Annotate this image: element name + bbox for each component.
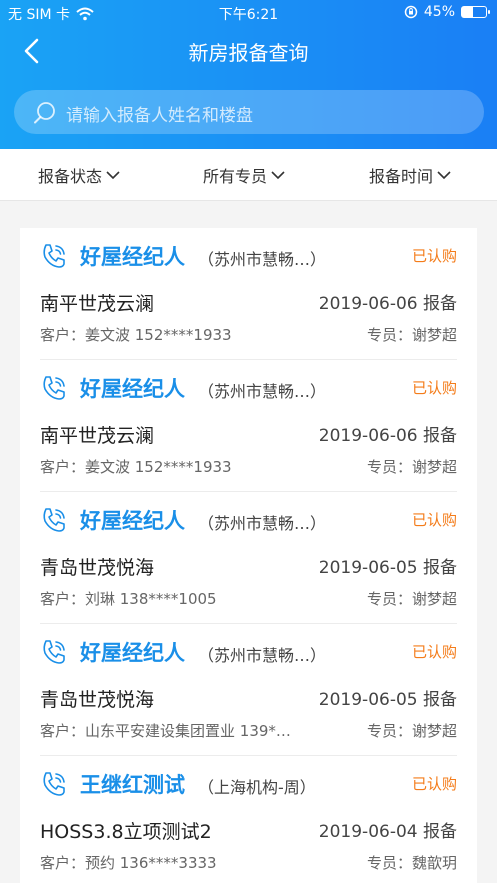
battery-icon	[461, 6, 490, 18]
chevron-down-icon	[271, 171, 285, 180]
chevron-down-icon	[106, 171, 120, 180]
customer-info: 客户：姜文波 152****1933	[40, 326, 232, 344]
report-date: 2019-06-06 报备	[318, 426, 457, 446]
customer-info: 客户：刘琳 138****1005	[40, 590, 217, 608]
staff-info: 专员：谢梦超	[366, 722, 457, 740]
phone-call-icon[interactable]	[40, 374, 68, 402]
filter-label: 报备状态	[38, 167, 103, 186]
search-placeholder: 请输入报备人姓名和楼盘	[66, 106, 253, 126]
status-badge: 已认购	[411, 379, 457, 397]
search-input[interactable]: 请输入报备人姓名和楼盘	[14, 90, 484, 134]
filter-status-dropdown[interactable]: 报备状态	[38, 163, 120, 187]
report-date: 2019-06-04 报备	[318, 822, 457, 842]
agency-name: （苏州市慧畅…）	[198, 514, 327, 533]
report-date: 2019-06-06 报备	[318, 294, 457, 314]
filter-staff-dropdown[interactable]: 所有专员	[203, 163, 285, 187]
agent-name: 好屋经纪人	[80, 641, 185, 665]
customer-info: 客户：姜文波 152****1933	[40, 458, 232, 476]
filter-bar: 报备状态 所有专员 报备时间	[0, 149, 497, 201]
agency-name: （上海机构-周）	[198, 778, 316, 797]
staff-info: 专员：谢梦超	[366, 590, 457, 608]
customer-info: 客户：山东平安建设集团置业 139*…	[40, 722, 291, 740]
agency-name: （苏州市慧畅…）	[198, 250, 327, 269]
status-badge: 已认购	[411, 511, 457, 529]
record-card[interactable]: 好屋经纪人 （苏州市慧畅…） 已认购 南平世茂云澜 2019-06-06 报备 …	[20, 228, 477, 360]
project-name: 南平世茂云澜	[40, 293, 155, 315]
project-name: 青岛世茂悦海	[40, 557, 155, 579]
record-list: 好屋经纪人 （苏州市慧畅…） 已认购 南平世茂云澜 2019-06-06 报备 …	[20, 228, 477, 883]
project-name: 青岛世茂悦海	[40, 689, 155, 711]
agency-name: （苏州市慧畅…）	[198, 646, 327, 665]
project-name: 南平世茂云澜	[40, 425, 155, 447]
staff-info: 专员：谢梦超	[366, 458, 457, 476]
report-date: 2019-06-05 报备	[318, 558, 457, 578]
status-badge: 已认购	[411, 247, 457, 265]
filter-label: 所有专员	[203, 167, 268, 186]
status-bar: 无 SIM 卡 下午6:21 45%	[0, 0, 497, 26]
filter-time-dropdown[interactable]: 报备时间	[369, 163, 451, 187]
staff-info: 专员：魏歆玥	[366, 854, 457, 872]
status-badge: 已认购	[411, 643, 457, 661]
record-card[interactable]: 好屋经纪人 （苏州市慧畅…） 已认购 青岛世茂悦海 2019-06-05 报备 …	[20, 624, 477, 756]
project-name: HOSS3.8立项测试2	[40, 821, 212, 843]
agent-name: 好屋经纪人	[80, 245, 185, 269]
record-card[interactable]: 好屋经纪人 （苏州市慧畅…） 已认购 南平世茂云澜 2019-06-06 报备 …	[20, 360, 477, 492]
search-icon	[34, 102, 55, 124]
battery-percent: 45%	[423, 4, 455, 20]
status-badge: 已认购	[411, 775, 457, 793]
chevron-down-icon	[437, 171, 451, 180]
customer-info: 客户：预约 136****3333	[40, 854, 217, 872]
phone-call-icon[interactable]	[40, 638, 68, 666]
phone-call-icon[interactable]	[40, 770, 68, 798]
agent-name: 好屋经纪人	[80, 377, 185, 401]
page-title: 新房报备查询	[188, 41, 309, 65]
agent-name: 好屋经纪人	[80, 509, 185, 533]
record-card[interactable]: 王继红测试 （上海机构-周） 已认购 HOSS3.8立项测试2 2019-06-…	[20, 756, 477, 883]
report-date: 2019-06-05 报备	[318, 690, 457, 710]
phone-call-icon[interactable]	[40, 242, 68, 270]
staff-info: 专员：谢梦超	[366, 326, 457, 344]
filter-label: 报备时间	[369, 167, 434, 186]
orientation-lock-icon	[404, 5, 418, 19]
header: 无 SIM 卡 下午6:21 45% 新房报备查询 请输入报备人姓名和楼盘	[0, 0, 497, 149]
agency-name: （苏州市慧畅…）	[198, 382, 327, 401]
phone-call-icon[interactable]	[40, 506, 68, 534]
record-card[interactable]: 好屋经纪人 （苏州市慧畅…） 已认购 青岛世茂悦海 2019-06-05 报备 …	[20, 492, 477, 624]
agent-name: 王继红测试	[80, 773, 185, 797]
